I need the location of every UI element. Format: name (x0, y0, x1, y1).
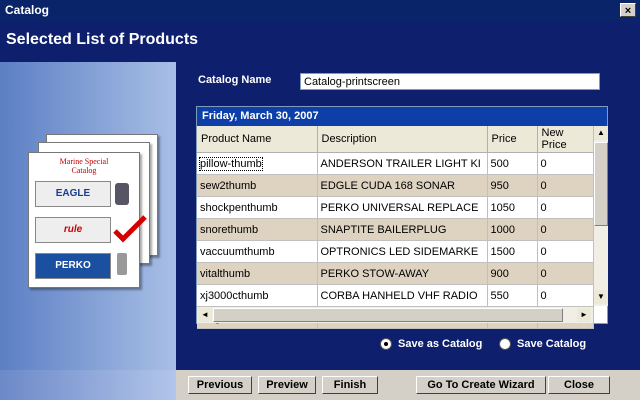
save-catalog-label: Save Catalog (517, 338, 587, 350)
table-row[interactable]: pillow-thumb ANDERSON TRAILER LIGHT KI 5… (197, 152, 594, 175)
price-cell[interactable]: 1500 (487, 240, 538, 263)
footer-accent-strip (0, 370, 176, 400)
price-cell[interactable]: 500 (487, 152, 538, 175)
product-image (117, 253, 127, 275)
price-cell[interactable]: 950 (487, 174, 538, 197)
product-name-cell[interactable]: vaccuumthumb (197, 240, 318, 263)
checkmark-icon (113, 215, 147, 243)
product-name-cell[interactable]: xj3000cthumb (197, 284, 318, 307)
catalog-page-front: Marine Special Catalog EAGLE rule PERKO (28, 152, 147, 288)
close-icon[interactable]: × (620, 3, 636, 17)
table-row[interactable]: vitalthumb PERKO STOW-AWAY 900 0 (197, 262, 594, 285)
table-row[interactable]: vaccuumthumb OPTRONICS LED SIDEMARKE 150… (197, 240, 594, 263)
products-table: Product Name Description Price New Price… (197, 126, 594, 329)
description-cell[interactable]: PERKO UNIVERSAL REPLACE (317, 196, 488, 219)
scroll-up-icon[interactable]: ▲ (594, 126, 608, 140)
new-price-cell[interactable]: 0 (537, 218, 594, 241)
radio-selected-icon[interactable] (380, 338, 392, 351)
title-bar: Catalog × (0, 0, 640, 22)
new-price-cell[interactable]: 0 (537, 262, 594, 285)
catalog-name-input[interactable]: Catalog-printscreen (300, 73, 600, 90)
table-header-row: Product Name Description Price New Price (197, 126, 594, 153)
column-header-price[interactable]: Price (487, 126, 538, 153)
scroll-right-icon[interactable]: ► (577, 308, 591, 322)
product-name-cell[interactable]: snorethumb (197, 218, 318, 241)
catalog-page-heading: Marine Special Catalog (29, 157, 139, 175)
save-as-catalog-option[interactable]: Save as Catalog (380, 338, 483, 351)
page-title: Selected List of Products (6, 31, 199, 48)
price-cell[interactable]: 900 (487, 262, 538, 285)
product-name-text: pillow-thumb (199, 156, 263, 171)
table-row[interactable]: snorethumb SNAPTITE BAILERPLUG 1000 0 (197, 218, 594, 241)
description-cell[interactable]: PERKO STOW-AWAY (317, 262, 488, 285)
new-price-cell[interactable]: 0 (537, 196, 594, 219)
scroll-left-icon[interactable]: ◄ (198, 308, 212, 322)
price-cell[interactable]: 1050 (487, 196, 538, 219)
horizontal-scrollbar[interactable]: ◄ ► (197, 306, 593, 323)
vertical-scrollbar[interactable]: ▲ ▼ (593, 126, 608, 306)
product-name-cell[interactable]: vitalthumb (197, 262, 318, 285)
column-header-product-name[interactable]: Product Name (197, 126, 318, 153)
scroll-down-icon[interactable]: ▼ (594, 290, 608, 304)
go-to-create-wizard-button[interactable]: Go To Create Wizard (416, 376, 546, 394)
catalog-heading-line2: Catalog (71, 166, 97, 175)
catalog-heading-line1: Marine Special (59, 157, 109, 166)
column-header-new-price[interactable]: New Price (537, 126, 594, 153)
radio-unselected-icon[interactable] (499, 338, 511, 351)
description-cell[interactable]: SNAPTITE BAILERPLUG (317, 218, 488, 241)
product-name-cell[interactable]: shockpenthumb (197, 196, 318, 219)
save-catalog-option[interactable]: Save Catalog (499, 338, 587, 351)
description-cell[interactable]: CORBA HANHELD VHF RADIO (317, 284, 488, 307)
fishfinder-image (115, 183, 129, 205)
left-illustration-panel: Marine Special Catalog EAGLE rule PERKO (0, 62, 176, 370)
preview-button[interactable]: Preview (258, 376, 316, 394)
previous-button[interactable]: Previous (188, 376, 252, 394)
column-header-description[interactable]: Description (317, 126, 488, 153)
brand-perko-logo: PERKO (35, 253, 111, 279)
brand-eagle-logo: EAGLE (35, 181, 111, 207)
vertical-scroll-thumb[interactable] (594, 142, 608, 226)
products-grid: Friday, March 30, 2007 Product Name Desc… (196, 106, 608, 329)
new-price-cell[interactable]: 0 (537, 284, 594, 307)
new-price-cell[interactable]: 0 (537, 152, 594, 175)
horizontal-scroll-thumb[interactable] (213, 308, 563, 322)
page-header: Selected List of Products (0, 22, 640, 62)
window-title: Catalog (5, 3, 50, 17)
save-as-catalog-label: Save as Catalog (398, 338, 483, 350)
price-cell[interactable]: 1000 (487, 218, 538, 241)
price-cell[interactable]: 550 (487, 284, 538, 307)
new-price-cell[interactable]: 0 (537, 174, 594, 197)
description-cell[interactable]: OPTRONICS LED SIDEMARKE (317, 240, 488, 263)
footer-bar: Previous Preview Finish Go To Create Wiz… (0, 370, 640, 400)
finish-button[interactable]: Finish (322, 376, 378, 394)
new-price-cell[interactable]: 0 (537, 240, 594, 263)
brand-rule-logo: rule (35, 217, 111, 243)
grid-date-header: Friday, March 30, 2007 (197, 107, 607, 126)
description-cell[interactable]: ANDERSON TRAILER LIGHT KI (317, 152, 488, 175)
close-button[interactable]: Close (548, 376, 610, 394)
table-row[interactable]: xj3000cthumb CORBA HANHELD VHF RADIO 550… (197, 284, 594, 307)
product-name-cell[interactable]: sew2thumb (197, 174, 318, 197)
description-cell[interactable]: EDGLE CUDA 168 SONAR (317, 174, 488, 197)
product-name-cell[interactable]: pillow-thumb (197, 152, 318, 175)
table-row[interactable]: sew2thumb EDGLE CUDA 168 SONAR 950 0 (197, 174, 594, 197)
table-row[interactable]: shockpenthumb PERKO UNIVERSAL REPLACE 10… (197, 196, 594, 219)
catalog-name-label: Catalog Name (198, 74, 272, 86)
